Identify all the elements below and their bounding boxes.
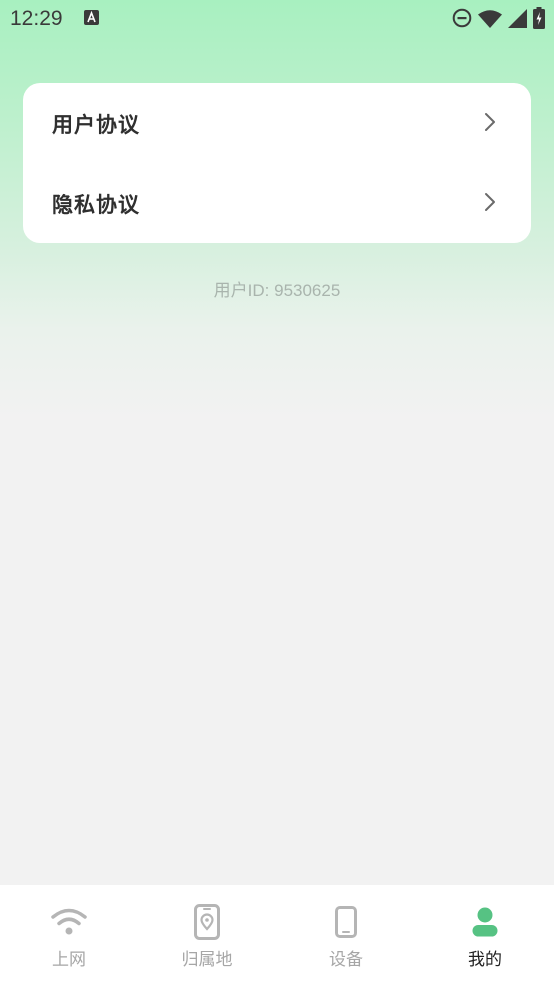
wifi-icon bbox=[51, 908, 87, 935]
a-notification-icon bbox=[84, 10, 99, 25]
battery-charging-icon bbox=[533, 7, 545, 29]
phone-location-icon bbox=[194, 904, 220, 940]
user-id-text: 用户ID: 9530625 bbox=[213, 281, 341, 300]
person-icon bbox=[472, 907, 498, 937]
bottom-tab-bar: 上网 归属地 设备 我的 bbox=[0, 885, 554, 984]
tab-device[interactable]: 设备 bbox=[277, 885, 415, 984]
tab-location[interactable]: 归属地 bbox=[138, 885, 276, 984]
status-icons bbox=[452, 7, 545, 29]
tab-label: 上网 bbox=[52, 950, 86, 970]
settings-card: 用户协议 隐私协议 bbox=[23, 83, 531, 243]
cell-signal-icon bbox=[508, 8, 527, 28]
tab-label: 我的 bbox=[468, 950, 502, 970]
do-not-disturb-icon bbox=[452, 8, 472, 28]
tab-label: 归属地 bbox=[181, 950, 233, 970]
wifi-signal-icon bbox=[478, 9, 502, 28]
menu-item-user-agreement[interactable]: 用户协议 bbox=[23, 83, 531, 163]
menu-item-privacy-agreement[interactable]: 隐私协议 bbox=[23, 163, 531, 243]
chevron-right-icon bbox=[485, 193, 495, 211]
menu-item-label: 隐私协议 bbox=[52, 193, 140, 217]
tab-mine[interactable]: 我的 bbox=[416, 885, 554, 984]
phone-device-icon bbox=[335, 906, 357, 938]
tab-internet[interactable]: 上网 bbox=[0, 885, 138, 984]
menu-item-label: 用户协议 bbox=[52, 113, 140, 137]
status-time: 12:29 bbox=[10, 7, 63, 30]
status-bar: 12:29 bbox=[0, 0, 554, 38]
chevron-right-icon bbox=[485, 113, 495, 131]
tab-label: 设备 bbox=[329, 950, 363, 970]
